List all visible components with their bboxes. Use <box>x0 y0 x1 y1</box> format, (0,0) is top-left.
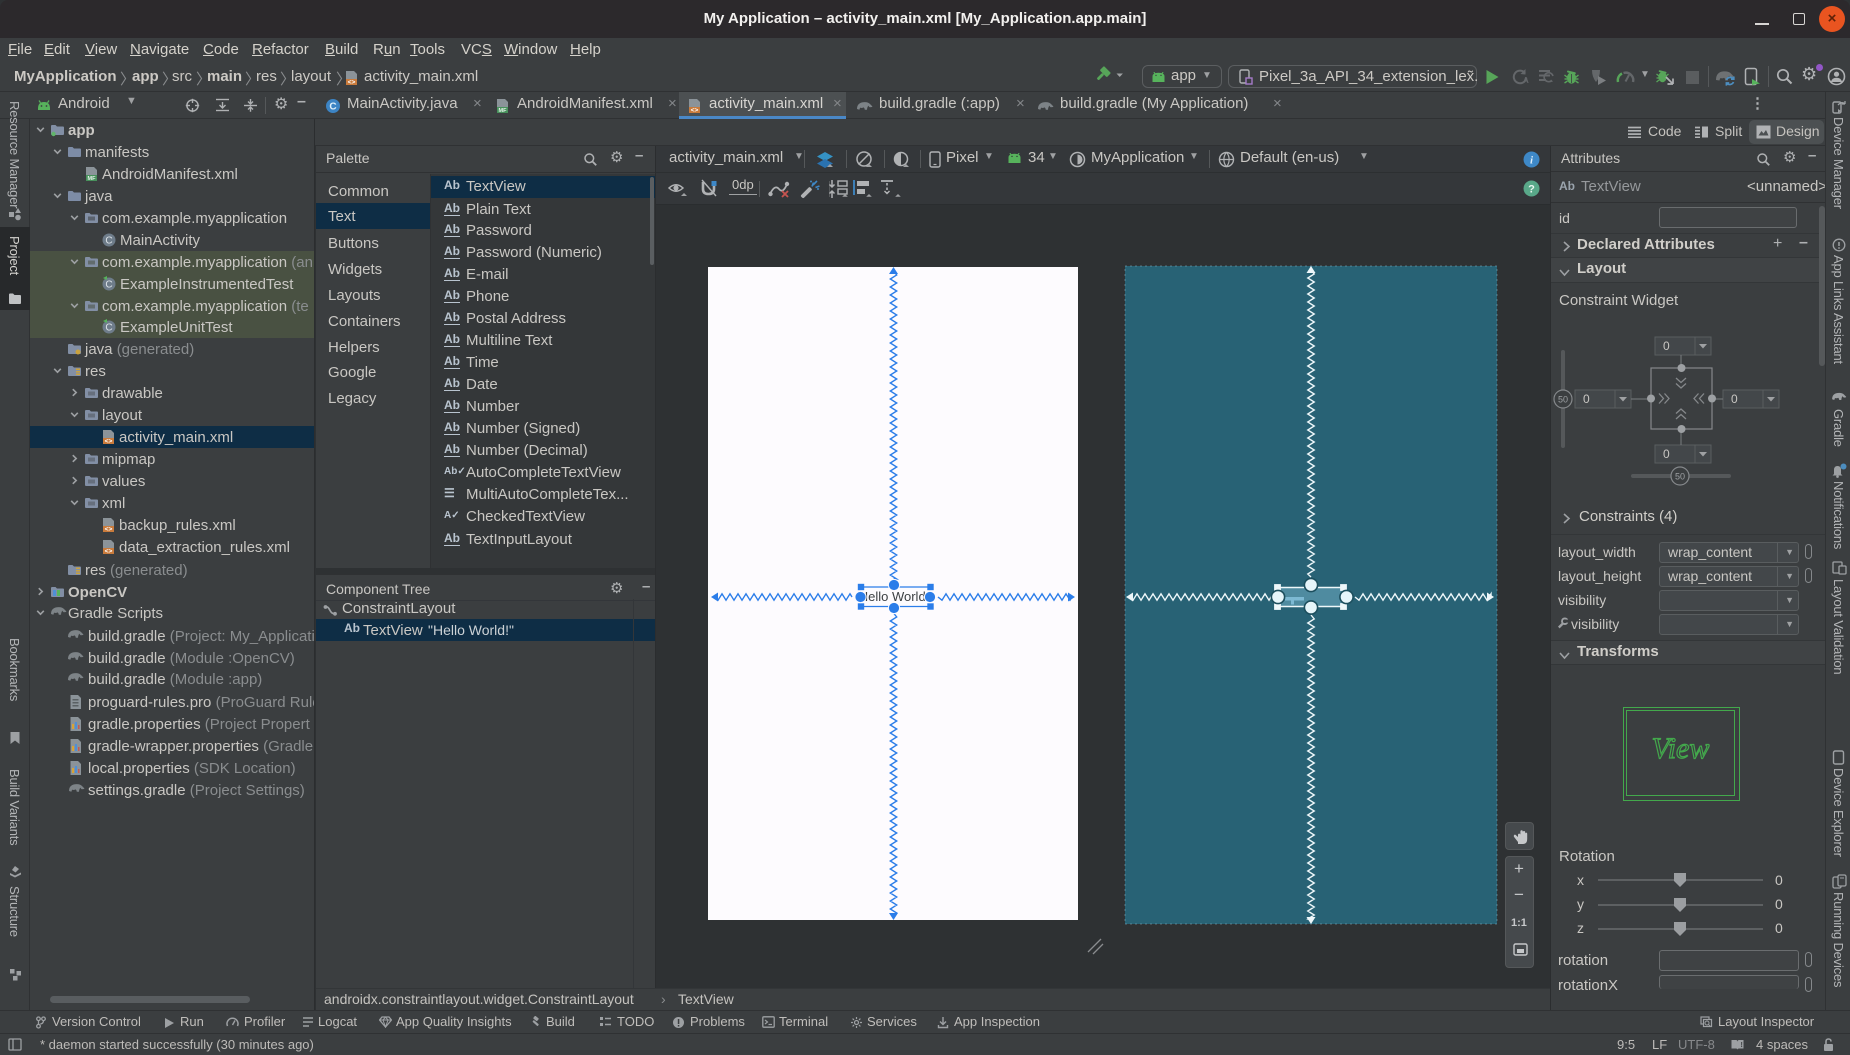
svg-text:0: 0 <box>1583 392 1590 406</box>
svg-text:50: 50 <box>1675 472 1685 482</box>
svg-text:MF: MF <box>499 108 508 114</box>
svg-text:A: A <box>1523 76 1529 85</box>
svg-text:Hello World!: Hello World! <box>859 589 930 604</box>
svg-text:0: 0 <box>1663 447 1670 461</box>
svg-text:<>: <> <box>348 79 356 86</box>
svg-text:0: 0 <box>1663 339 1670 353</box>
svg-text:!: ! <box>1741 1042 1743 1049</box>
svg-text:50: 50 <box>1558 395 1568 405</box>
svg-text:<>: <> <box>691 107 699 114</box>
svg-text:C: C <box>329 102 336 113</box>
svg-text:?: ? <box>1528 184 1535 196</box>
svg-text:0: 0 <box>1731 392 1738 406</box>
